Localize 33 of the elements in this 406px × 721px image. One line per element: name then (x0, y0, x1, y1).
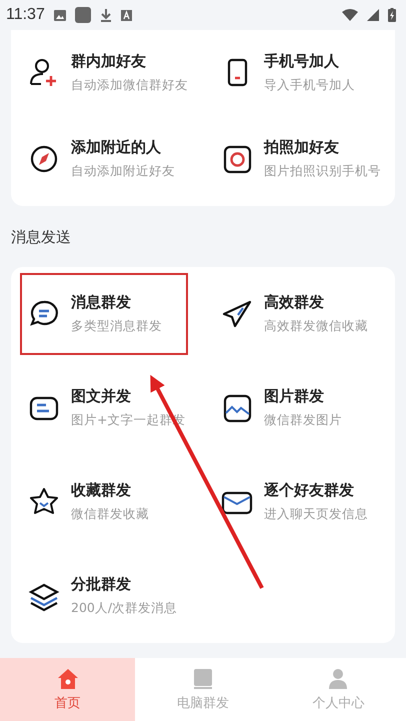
battery-icon (388, 8, 396, 22)
item-title[interactable]: 图文并发 (71, 387, 186, 406)
square-icon (74, 7, 91, 23)
item-subtitle: 进入聊天页发信息 (264, 506, 368, 523)
home-icon (56, 668, 79, 690)
item-subtitle: 自动添加微信群好友 (71, 77, 188, 94)
item-title[interactable]: 图片群发 (264, 387, 342, 406)
item-subtitle: 200人/次群发消息 (71, 600, 178, 617)
status-time: 11:37 (6, 6, 45, 24)
person-icon (327, 668, 350, 690)
item-title[interactable]: 分批群发 (71, 575, 178, 594)
item-subtitle: 高效群发微信收藏 (264, 318, 368, 335)
book-icon (192, 668, 214, 690)
item-title[interactable]: 群内加好友 (71, 52, 188, 71)
item-title[interactable]: 高效群发 (264, 293, 368, 312)
image-icon (54, 10, 66, 20)
section-title: 消息发送 (10, 227, 72, 248)
item-title[interactable]: 收藏群发 (71, 481, 149, 500)
font-icon (120, 10, 132, 20)
item-subtitle: 导入手机号加人 (264, 77, 355, 94)
download-icon (100, 8, 112, 22)
item-title[interactable]: 添加附近的人 (71, 138, 175, 157)
item-subtitle: 自动添加附近好友 (71, 163, 175, 180)
item-title[interactable]: 拍照加好友 (264, 138, 381, 157)
wifi-icon (342, 9, 358, 21)
item-subtitle: 图片拍照识别手机号 (264, 163, 381, 180)
item-title[interactable]: 逐个好友群发 (264, 481, 368, 500)
item-title[interactable]: 手机号加人 (264, 52, 355, 71)
signal-icon (367, 9, 379, 21)
item-title[interactable]: 消息群发 (71, 293, 162, 312)
item-subtitle: 多类型消息群发 (71, 318, 162, 335)
item-subtitle: 微信群发图片 (264, 412, 342, 429)
item-subtitle: 微信群发收藏 (71, 506, 149, 523)
